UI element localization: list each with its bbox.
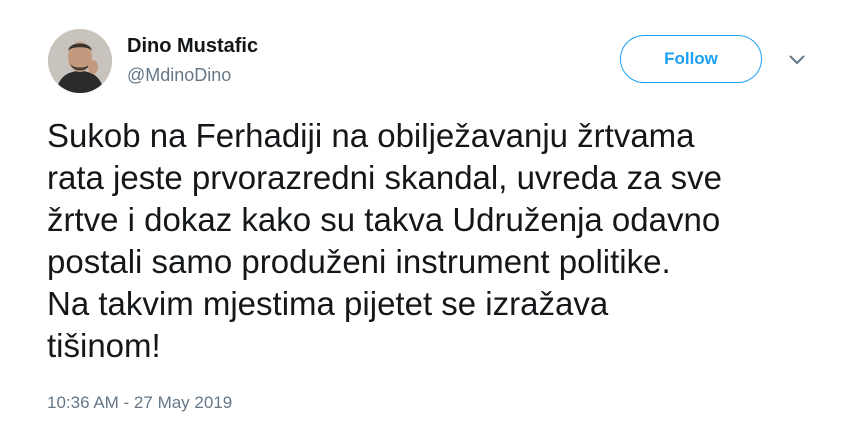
tweet-text-line: žrtve i dokaz kako su takva Udruženja od… — [47, 201, 721, 238]
tweet-text-line: Na takvim mjestima pijetet se izražava — [47, 285, 609, 322]
tweet-text-line: Sukob na Ferhadiji na obilježavanju žrtv… — [47, 117, 695, 154]
tweet-text-line: rata jeste prvorazredni skandal, uvreda … — [47, 159, 723, 196]
tweet-card: Dino Mustafic @MdinoDino Follow Sukob na… — [0, 0, 845, 439]
avatar[interactable] — [48, 29, 112, 93]
follow-button[interactable]: Follow — [620, 35, 762, 83]
user-info: Dino Mustafic @MdinoDino — [127, 34, 258, 86]
chevron-down-icon — [789, 55, 805, 64]
follow-button-label: Follow — [664, 49, 718, 68]
tweet-timestamp[interactable]: 10:36 AM - 27 May 2019 — [47, 393, 232, 413]
tweet-text-line: tišinom! — [47, 327, 161, 364]
user-handle[interactable]: @MdinoDino — [127, 64, 258, 86]
display-name[interactable]: Dino Mustafic — [127, 34, 258, 58]
tweet-text: Sukob na Ferhadiji na obilježavanju žrtv… — [47, 115, 827, 367]
user-photo-icon — [48, 29, 112, 93]
tweet-text-line: postali samo produženi instrument politi… — [47, 243, 671, 280]
more-options-button[interactable] — [785, 50, 809, 70]
